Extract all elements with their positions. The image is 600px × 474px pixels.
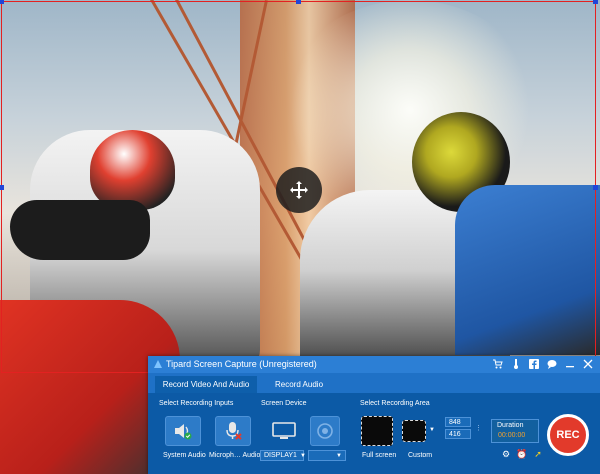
full-screen-button[interactable]	[361, 416, 393, 446]
minimize-icon[interactable]	[564, 358, 576, 370]
settings-gear-icon[interactable]: ⚙	[501, 449, 511, 459]
microphone-button[interactable]	[215, 416, 251, 446]
move-handle[interactable]	[276, 167, 322, 213]
cart-icon[interactable]	[492, 358, 504, 370]
thermometer-icon[interactable]	[510, 358, 522, 370]
width-input[interactable]: 848	[445, 417, 471, 427]
tab-bar: Record Video And Audio Record Audio	[148, 373, 600, 393]
resize-handle-right[interactable]	[593, 185, 598, 190]
microphone-icon	[226, 422, 242, 440]
chevron-down-icon: ▼	[336, 452, 342, 459]
tab-record-audio[interactable]: Record Audio	[262, 376, 336, 393]
display-select[interactable]: DISPLAY1 ▼	[260, 450, 306, 461]
close-icon[interactable]	[582, 358, 594, 370]
display-button[interactable]	[266, 416, 302, 446]
rec-button[interactable]: REC	[547, 414, 589, 456]
monitor-icon	[272, 422, 296, 439]
system-audio-label: System Audio	[163, 452, 206, 459]
custom-area-button[interactable]	[402, 420, 426, 442]
microphone-label: Microph… Audio)	[209, 452, 263, 459]
section-label-device: Screen Device	[261, 400, 307, 407]
speaker-icon	[175, 424, 192, 440]
webcam-button[interactable]	[310, 416, 340, 446]
duration-value: 00:00:00	[498, 432, 526, 439]
webcam-select[interactable]: ▼	[308, 450, 346, 461]
title-bar[interactable]: Tipard Screen Capture (Unregistered)	[148, 356, 600, 373]
resize-handle-top-left[interactable]	[0, 0, 4, 4]
height-input[interactable]: 416	[445, 429, 471, 439]
full-screen-label: Full screen	[362, 452, 397, 459]
section-label-inputs: Select Recording Inputs	[159, 400, 234, 407]
webcam-icon	[317, 423, 333, 439]
custom-label: Custom	[408, 452, 433, 459]
duration-box: Duration 00:00:00	[491, 419, 539, 443]
chat-icon[interactable]	[546, 358, 558, 370]
recording-panel: Select Recording Inputs Screen Device Se…	[148, 393, 600, 474]
resize-handle-top[interactable]	[296, 0, 301, 4]
chevron-down-icon: ▼	[299, 452, 306, 459]
window-title: Tipard Screen Capture (Unregistered)	[166, 359, 317, 369]
rec-label: REC	[556, 429, 580, 441]
resize-handle-left[interactable]	[0, 185, 4, 190]
app-logo-icon	[154, 360, 162, 368]
facebook-icon[interactable]	[528, 358, 540, 370]
capture-window: Tipard Screen Capture (Unregistered) Rec…	[148, 356, 600, 474]
system-audio-button[interactable]	[165, 416, 201, 446]
alarm-clock-icon[interactable]: ⏰	[516, 449, 527, 459]
section-label-area: Select Recording Area	[360, 400, 430, 407]
resize-handle-top-right[interactable]	[593, 0, 598, 4]
display-select-value: DISPLAY1	[264, 452, 297, 459]
link-icon[interactable]: ⋮	[475, 424, 482, 432]
tab-record-video-audio[interactable]: Record Video And Audio	[155, 376, 257, 393]
move-arrows-icon	[290, 181, 308, 199]
chevron-down-icon[interactable]: ▼	[429, 427, 435, 433]
duration-label: Duration	[497, 422, 524, 429]
cursor-icon[interactable]: ➚	[533, 449, 543, 459]
